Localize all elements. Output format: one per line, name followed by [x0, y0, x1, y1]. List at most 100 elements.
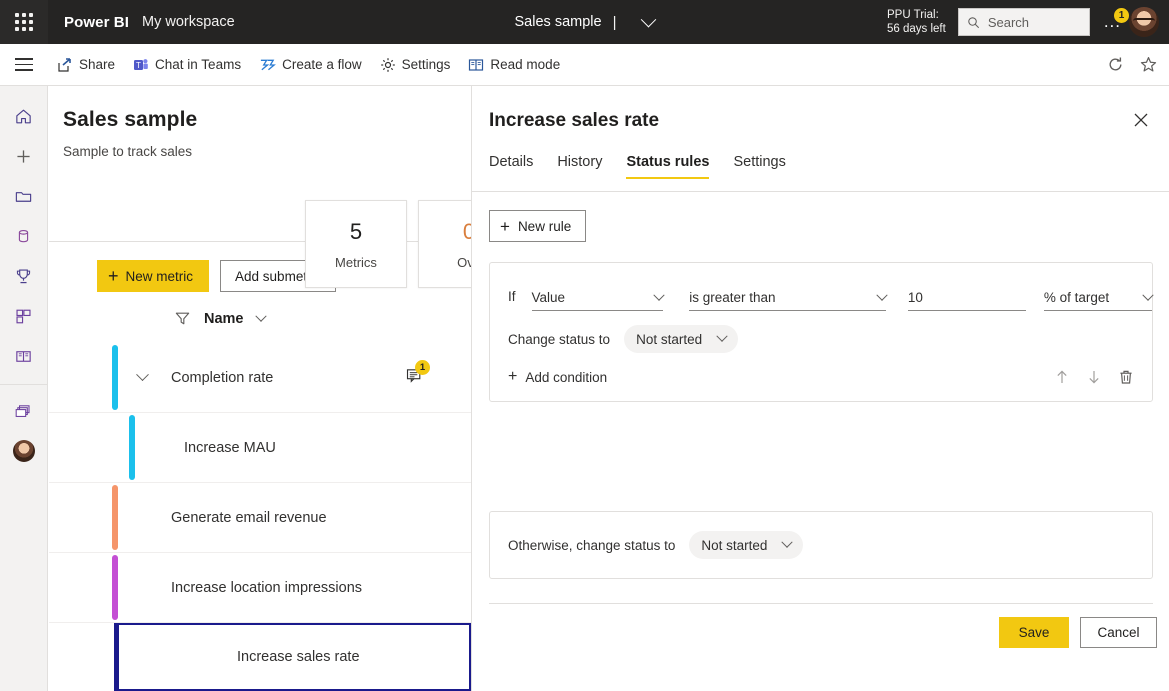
- rail-item-goals[interactable]: [0, 256, 48, 296]
- title-separator: |: [612, 13, 617, 31]
- workspaces-icon: [15, 404, 30, 417]
- share-button[interactable]: Share: [48, 44, 124, 86]
- create-a-flow-button[interactable]: Create a flow: [250, 44, 371, 86]
- metric-row-generate-email-revenue[interactable]: Generate email revenue: [49, 483, 471, 553]
- cancel-button[interactable]: Cancel: [1080, 617, 1157, 648]
- rail-item-learn[interactable]: [0, 336, 48, 376]
- summary-card-overdue[interactable]: 0 Ove: [418, 200, 471, 288]
- teams-icon: T: [134, 58, 148, 70]
- metric-name: Generate email revenue: [171, 509, 327, 526]
- home-icon: [16, 109, 31, 123]
- scorecard-header: Sales sample Sample to track sales 5 Met…: [49, 86, 471, 288]
- delete-trash-icon[interactable]: [1118, 369, 1134, 385]
- refresh-icon[interactable]: [1107, 56, 1124, 73]
- rule-operator-dropdown[interactable]: is greater than: [689, 285, 888, 311]
- otherwise-status-value: Not started: [701, 537, 768, 553]
- scorecard-pane: Sales sample Sample to track sales 5 Met…: [49, 86, 471, 691]
- tab-status-rules[interactable]: Status rules: [626, 154, 710, 179]
- rail-item-workspaces[interactable]: [0, 391, 48, 431]
- comment-indicator[interactable]: 1: [406, 359, 430, 389]
- nav-toggle-button[interactable]: [0, 58, 48, 71]
- column-header-name: Name: [204, 310, 244, 327]
- more-options-button[interactable]: ... 1: [1104, 8, 1129, 30]
- rule-action-buttons: [1054, 369, 1152, 385]
- book-icon: [16, 350, 31, 362]
- if-label: If: [508, 289, 516, 304]
- power-automate-icon: [260, 59, 277, 70]
- rule-unit-dropdown[interactable]: % of target: [1043, 285, 1154, 311]
- rail-item-profile[interactable]: [0, 431, 48, 471]
- metric-row-increase-location-impressions[interactable]: Increase location impressions: [49, 553, 471, 623]
- change-status-label: Change status to: [508, 331, 611, 347]
- summary-card-metrics[interactable]: 5 Metrics: [305, 200, 407, 288]
- move-up-arrow-icon[interactable]: [1054, 369, 1070, 385]
- plus-icon: [17, 149, 30, 163]
- chevron-down-icon: [781, 536, 794, 548]
- share-label: Share: [79, 57, 116, 72]
- command-bar-right-group: [1107, 56, 1169, 73]
- metric-color-bar: [112, 555, 118, 620]
- metric-row-increase-mau[interactable]: Increase MAU: [49, 413, 471, 483]
- new-rule-label: New rule: [517, 218, 572, 234]
- rail-item-create[interactable]: [0, 136, 48, 176]
- rule-footer-row: + Add condition: [490, 353, 1152, 385]
- rail-item-apps[interactable]: [0, 296, 48, 336]
- status-rule-card: If Value is greater than 10 % of target: [489, 262, 1154, 402]
- rail-item-browse[interactable]: [0, 176, 48, 216]
- otherwise-label: Otherwise, change status to: [508, 537, 676, 553]
- notification-badge: 1: [1114, 8, 1129, 23]
- metric-row-completion-rate[interactable]: Completion rate 1: [49, 343, 471, 413]
- tab-history[interactable]: History: [557, 154, 602, 179]
- plus-icon: +: [500, 216, 510, 236]
- share-icon: [58, 57, 71, 72]
- rule-status-row: Change status to Not started: [490, 311, 1152, 353]
- metric-name: Increase sales rate: [237, 649, 360, 665]
- brand-label[interactable]: Power BI: [64, 14, 129, 31]
- metric-name: Completion rate: [171, 369, 274, 386]
- rail-item-data-hub[interactable]: [0, 216, 48, 256]
- filter-icon[interactable]: [174, 310, 191, 327]
- metrics-count: 5: [349, 218, 363, 244]
- chevron-down-icon[interactable]: [641, 11, 657, 27]
- metric-details-panel: Increase sales rate Details History Stat…: [471, 86, 1169, 691]
- rule-status-dropdown[interactable]: Not started: [624, 325, 739, 353]
- expand-collapse-chevron-icon[interactable]: [136, 368, 149, 382]
- tab-details[interactable]: Details: [489, 154, 533, 179]
- user-avatar[interactable]: [1129, 7, 1159, 37]
- favorite-star-icon[interactable]: [1140, 56, 1157, 73]
- chat-in-teams-button[interactable]: T Chat in Teams: [124, 44, 250, 86]
- trial-line-1: PPU Trial:: [887, 9, 939, 21]
- save-button[interactable]: Save: [999, 617, 1069, 648]
- rule-amount-input[interactable]: 10: [907, 285, 1026, 311]
- chevron-down-icon[interactable]: [254, 310, 267, 322]
- move-down-arrow-icon[interactable]: [1086, 369, 1102, 385]
- app-launcher-button[interactable]: [0, 0, 48, 44]
- plus-icon: +: [108, 266, 119, 286]
- tabs-divider: [472, 191, 1169, 192]
- close-panel-button[interactable]: [1131, 110, 1153, 132]
- metric-column-header: Name: [49, 292, 471, 327]
- new-rule-button[interactable]: + New rule: [489, 210, 587, 242]
- search-input[interactable]: Search: [957, 8, 1090, 36]
- metric-row-increase-sales-rate[interactable]: Increase sales rate: [114, 623, 471, 691]
- metric-name: Increase location impressions: [171, 579, 363, 596]
- new-metric-button[interactable]: + New metric: [97, 260, 210, 292]
- add-condition-label: Add condition: [525, 369, 608, 385]
- folder-icon: [15, 191, 32, 202]
- otherwise-status-dropdown[interactable]: Not started: [689, 531, 804, 559]
- rail-item-home[interactable]: [0, 96, 48, 136]
- metrics-label: Metrics: [335, 254, 377, 270]
- rule-amount-value: 10: [907, 290, 923, 305]
- document-title: Sales sample: [514, 14, 602, 30]
- settings-button[interactable]: Settings: [371, 44, 460, 86]
- rule-field-dropdown[interactable]: Value: [531, 285, 665, 311]
- comment-count-badge: 1: [415, 359, 430, 375]
- search-icon: [968, 16, 979, 28]
- tab-settings[interactable]: Settings: [733, 154, 785, 179]
- metric-color-bar: [112, 485, 118, 550]
- add-condition-button[interactable]: + Add condition: [508, 369, 607, 385]
- rule-operator-value: is greater than: [689, 290, 776, 305]
- metric-name: Increase MAU: [184, 439, 276, 456]
- workspace-link[interactable]: My workspace: [142, 14, 235, 30]
- read-mode-button[interactable]: Read mode: [459, 44, 569, 86]
